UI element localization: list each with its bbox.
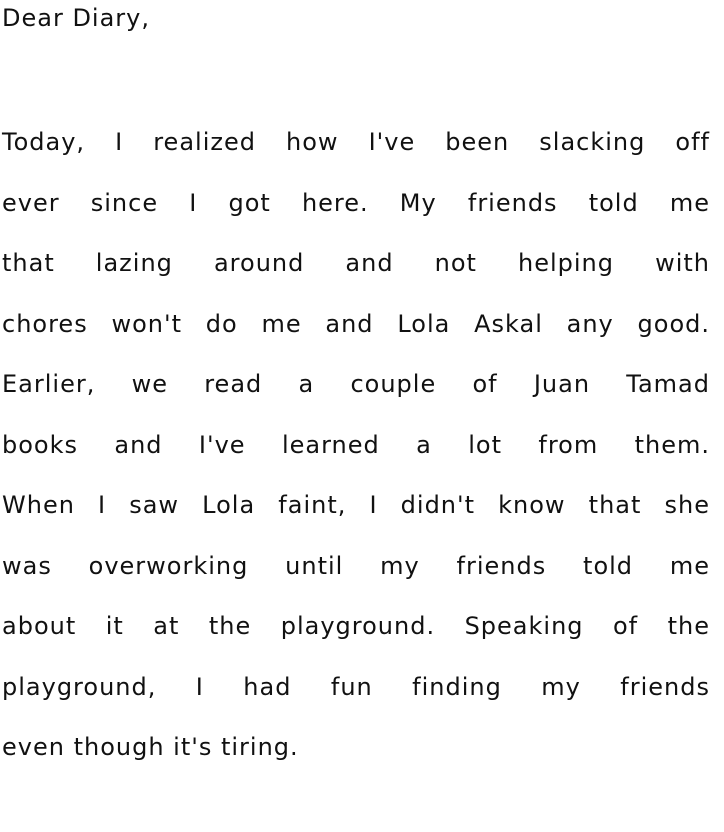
text-line: playground, I had fun finding my friends <box>2 672 710 701</box>
text-line: chores won't do me and Lola Askal any go… <box>2 309 710 338</box>
text-line: that lazing around and not helping with <box>2 249 710 277</box>
text-line: ever since I got here. My friends told m… <box>2 188 710 217</box>
text-line: about it at the playground. Speaking of … <box>2 612 710 640</box>
text-line: books and I've learned a lot from them. <box>2 430 710 459</box>
text-line: Today, I realized how I've been slacking… <box>2 128 710 156</box>
diary-body: Today, I realized how I've been slacking… <box>2 120 710 786</box>
greeting: Dear Diary, <box>2 4 151 32</box>
text-line: When I saw Lola faint, I didn't know tha… <box>2 491 710 519</box>
text-line: was overworking until my friends told me <box>2 551 710 580</box>
text-line-last: even though it's tiring. <box>2 733 299 761</box>
text-line: Earlier, we read a couple of Juan Tamad <box>2 370 710 398</box>
diary-page: Dear Diary, Today, I realized how I've b… <box>0 0 724 832</box>
